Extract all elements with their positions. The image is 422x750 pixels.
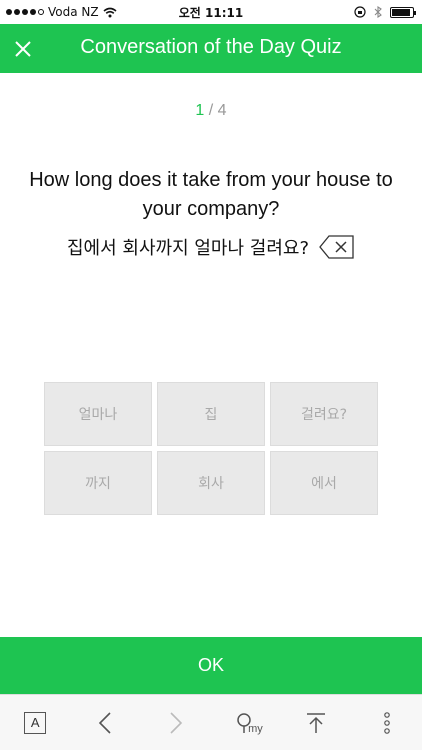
word-tile[interactable]: 회사 <box>157 451 265 515</box>
progress-separator: / <box>204 102 218 119</box>
forward-button[interactable] <box>156 703 196 743</box>
quiz-progress: 1 / 4 <box>0 102 422 120</box>
status-bar: Voda NZ 오전 11:11 <box>0 0 422 24</box>
scroll-top-button[interactable] <box>296 703 336 743</box>
my-label: my <box>248 722 263 735</box>
more-button[interactable] <box>367 703 407 743</box>
my-button[interactable]: my <box>226 703 266 743</box>
chevron-left-icon <box>99 711 112 734</box>
font-size-button[interactable]: A <box>15 703 55 743</box>
rotation-lock-icon <box>354 6 366 18</box>
ok-button[interactable]: OK <box>0 637 422 694</box>
backspace-icon[interactable] <box>319 234 355 260</box>
progress-current: 1 <box>195 102 205 119</box>
answer-row: 집에서 회사까지 얼마나 걸려요? <box>0 234 422 260</box>
back-button[interactable] <box>85 703 125 743</box>
word-tile[interactable]: 까지 <box>44 451 152 515</box>
word-tile[interactable]: 걸려요? <box>270 382 378 446</box>
bottom-toolbar: A my <box>0 694 422 750</box>
status-right <box>354 0 416 24</box>
battery-icon <box>390 6 416 18</box>
progress-total: 4 <box>217 102 227 119</box>
quiz-header: Conversation of the Day Quiz <box>0 24 422 73</box>
page-title: Conversation of the Day Quiz <box>80 36 342 58</box>
more-vertical-icon <box>383 711 390 734</box>
bluetooth-icon <box>374 6 382 18</box>
answer-text: 집에서 회사까지 얼마나 걸려요? <box>67 238 309 259</box>
font-size-icon: A <box>24 711 47 734</box>
chevron-right-icon <box>170 711 182 734</box>
arrow-up-icon <box>307 712 326 733</box>
word-tile[interactable]: 에서 <box>270 451 378 515</box>
word-tile[interactable]: 집 <box>157 382 265 446</box>
word-tile[interactable]: 얼마나 <box>44 382 152 446</box>
word-tile-grid: 얼마나 집 걸려요? 까지 회사 에서 <box>44 382 378 515</box>
question-text: How long does it take from your house to… <box>29 169 393 220</box>
